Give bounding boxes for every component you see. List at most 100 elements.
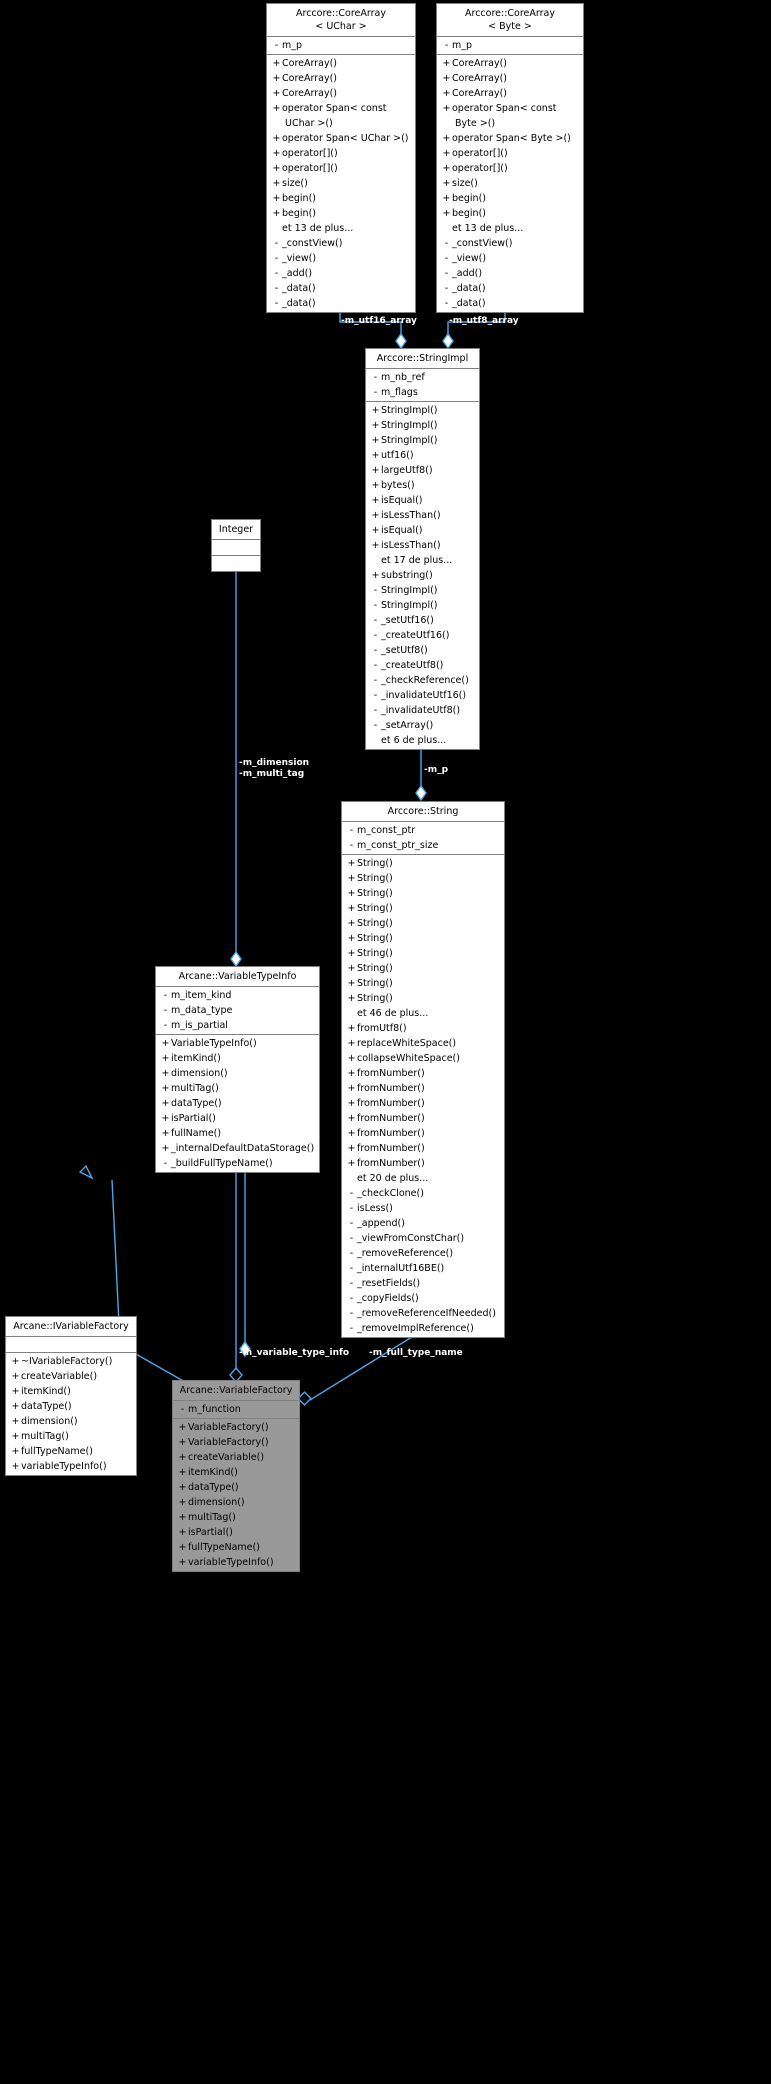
visibility-marker: +	[371, 465, 380, 476]
member-name: operator Span< const UChar >()	[282, 103, 387, 129]
member-name: isLess()	[357, 1203, 393, 1214]
visibility-marker: +	[371, 480, 380, 491]
visibility-marker: +	[272, 163, 281, 174]
member-name: m_nb_ref	[381, 372, 425, 383]
class-attribute: - m_p	[437, 38, 583, 53]
member-name: operator Span< Byte >()	[452, 133, 571, 144]
class-operation: - _invalidateUtf16()	[366, 688, 479, 703]
class-operation: + fromNumber()	[342, 1126, 504, 1141]
class-box-string[interactable]: Arccore::String - m_const_ptr - m_const_pt…	[341, 801, 505, 1338]
member-name: et 6 de plus...	[381, 735, 447, 746]
visibility-marker: +	[178, 1557, 187, 1568]
member-name: CoreArray()	[282, 73, 337, 84]
class-operation: + CoreArray()	[437, 86, 583, 101]
visibility-marker: +	[371, 420, 380, 431]
member-name: operator[]()	[452, 163, 508, 174]
member-name: variableTypeInfo()	[21, 1461, 107, 1472]
class-box-stringimpl[interactable]: Arccore::StringImpl - m_nb_ref - m_flags +…	[365, 348, 480, 750]
visibility-marker: +	[347, 858, 356, 869]
member-name: _add()	[452, 268, 483, 279]
member-name: m_const_ptr	[357, 825, 416, 836]
class-operation: + operator Span< const UChar >()	[267, 101, 415, 131]
visibility-marker: -	[373, 630, 378, 641]
visibility-marker: +	[347, 1098, 356, 1109]
member-name: CoreArray()	[282, 88, 337, 99]
class-operation: - _viewFromConstChar()	[342, 1231, 504, 1246]
visibility-marker: -	[349, 1278, 354, 1289]
member-name: fullName()	[171, 1128, 222, 1139]
class-box-variabletypeinfo[interactable]: Arcane::VariableTypeInfo - m_item_kind -m…	[155, 966, 320, 1173]
class-attribute: - m_const_ptr_size	[342, 838, 504, 853]
member-name: operator Span< UChar >()	[282, 133, 409, 144]
visibility-marker: -	[274, 268, 279, 279]
class-operation: - isLess()	[342, 1201, 504, 1216]
visibility-marker: +	[347, 1158, 356, 1169]
visibility-marker: +	[347, 1083, 356, 1094]
class-operation: + operator[]()	[267, 161, 415, 176]
class-operation: + CoreArray()	[267, 56, 415, 71]
class-operation: + String()	[342, 871, 504, 886]
member-name: largeUtf8()	[381, 465, 433, 476]
class-operation: - _createUtf8()	[366, 658, 479, 673]
class-operation: + StringImpl()	[366, 418, 479, 433]
class-operation: - _removeReference()	[342, 1246, 504, 1261]
class-box-variablefactory[interactable]: Arcane::VariableFactory - m_function + Var…	[172, 1380, 300, 1572]
member-name: _invalidateUtf8()	[381, 705, 461, 716]
class-operation: + begin()	[267, 206, 415, 221]
member-name: multiTag()	[188, 1512, 236, 1523]
class-operation: + fullTypeName()	[6, 1444, 136, 1459]
class-box-corearray-uchar[interactable]: Arccore::CoreArray < UChar > - m_p + Core…	[266, 3, 416, 313]
member-name: _constView()	[282, 238, 343, 249]
member-name: dimension()	[171, 1068, 228, 1079]
class-operation: + begin()	[267, 191, 415, 206]
class-operation: + largeUtf8()	[366, 463, 479, 478]
visibility-marker: -	[349, 1233, 354, 1244]
member-name: _data()	[282, 283, 316, 294]
uml-diagram-canvas: StringImpl (aggregation, diamond at Stri…	[0, 0, 771, 2084]
visibility-marker: -	[444, 268, 449, 279]
class-attribute: - m_function	[173, 1402, 299, 1417]
class-box-integer[interactable]: Integer	[211, 519, 261, 572]
visibility-marker: +	[161, 1083, 170, 1094]
class-title: Arccore::CoreArray < UChar >	[267, 4, 415, 37]
class-box-ivariablefactory[interactable]: Arcane::IVariableFactory + ~IVariableFact…	[5, 1316, 137, 1476]
member-name: _data()	[282, 298, 316, 309]
member-name: String()	[357, 858, 393, 869]
member-name: String()	[357, 978, 393, 989]
edge-label-m-p: -m_p	[424, 765, 449, 775]
member-name: bytes()	[381, 480, 415, 491]
attributes-section	[212, 540, 260, 556]
member-name: _constView()	[452, 238, 513, 249]
member-name: String()	[357, 948, 393, 959]
member-name: dimension()	[188, 1497, 245, 1508]
operations-section: + CoreArray() + CoreArray() + CoreArray() +…	[437, 55, 583, 312]
member-name: itemKind()	[21, 1386, 71, 1397]
class-box-corearray-byte[interactable]: Arccore::CoreArray < Byte > - m_p + CoreA…	[436, 3, 584, 313]
class-operation: + fullName()	[156, 1126, 319, 1141]
visibility-marker: +	[442, 73, 451, 84]
attributes-section: - m_function	[173, 1401, 299, 1419]
visibility-marker: -	[373, 660, 378, 671]
visibility-marker: +	[371, 540, 380, 551]
class-operation: - _createUtf16()	[366, 628, 479, 643]
class-operation: - _view()	[267, 251, 415, 266]
class-operation: - _removeImplReference()	[342, 1321, 504, 1336]
visibility-marker: +	[11, 1446, 20, 1457]
visibility-marker: +	[347, 888, 356, 899]
class-operation: - _setUtf8()	[366, 643, 479, 658]
class-operation: + itemKind()	[156, 1051, 319, 1066]
edge-label-m-dimension-multi-tag: -m_dimension -m_multi_tag	[239, 758, 310, 779]
visibility-marker: +	[272, 208, 281, 219]
visibility-marker: -	[349, 840, 354, 851]
visibility-marker: +	[178, 1497, 187, 1508]
visibility-marker: +	[371, 450, 380, 461]
class-operation: + isLessThan()	[366, 508, 479, 523]
member-name: _setArray()	[381, 720, 434, 731]
class-operation: + String()	[342, 916, 504, 931]
more-members-note: et 20 de plus...	[342, 1171, 504, 1186]
visibility-marker: +	[347, 1113, 356, 1124]
class-operation: + variableTypeInfo()	[6, 1459, 136, 1474]
visibility-marker: +	[178, 1422, 187, 1433]
operations-section: + VariableFactory() + VariableFactory() + c…	[173, 1419, 299, 1571]
class-operation: - _checkClone()	[342, 1186, 504, 1201]
